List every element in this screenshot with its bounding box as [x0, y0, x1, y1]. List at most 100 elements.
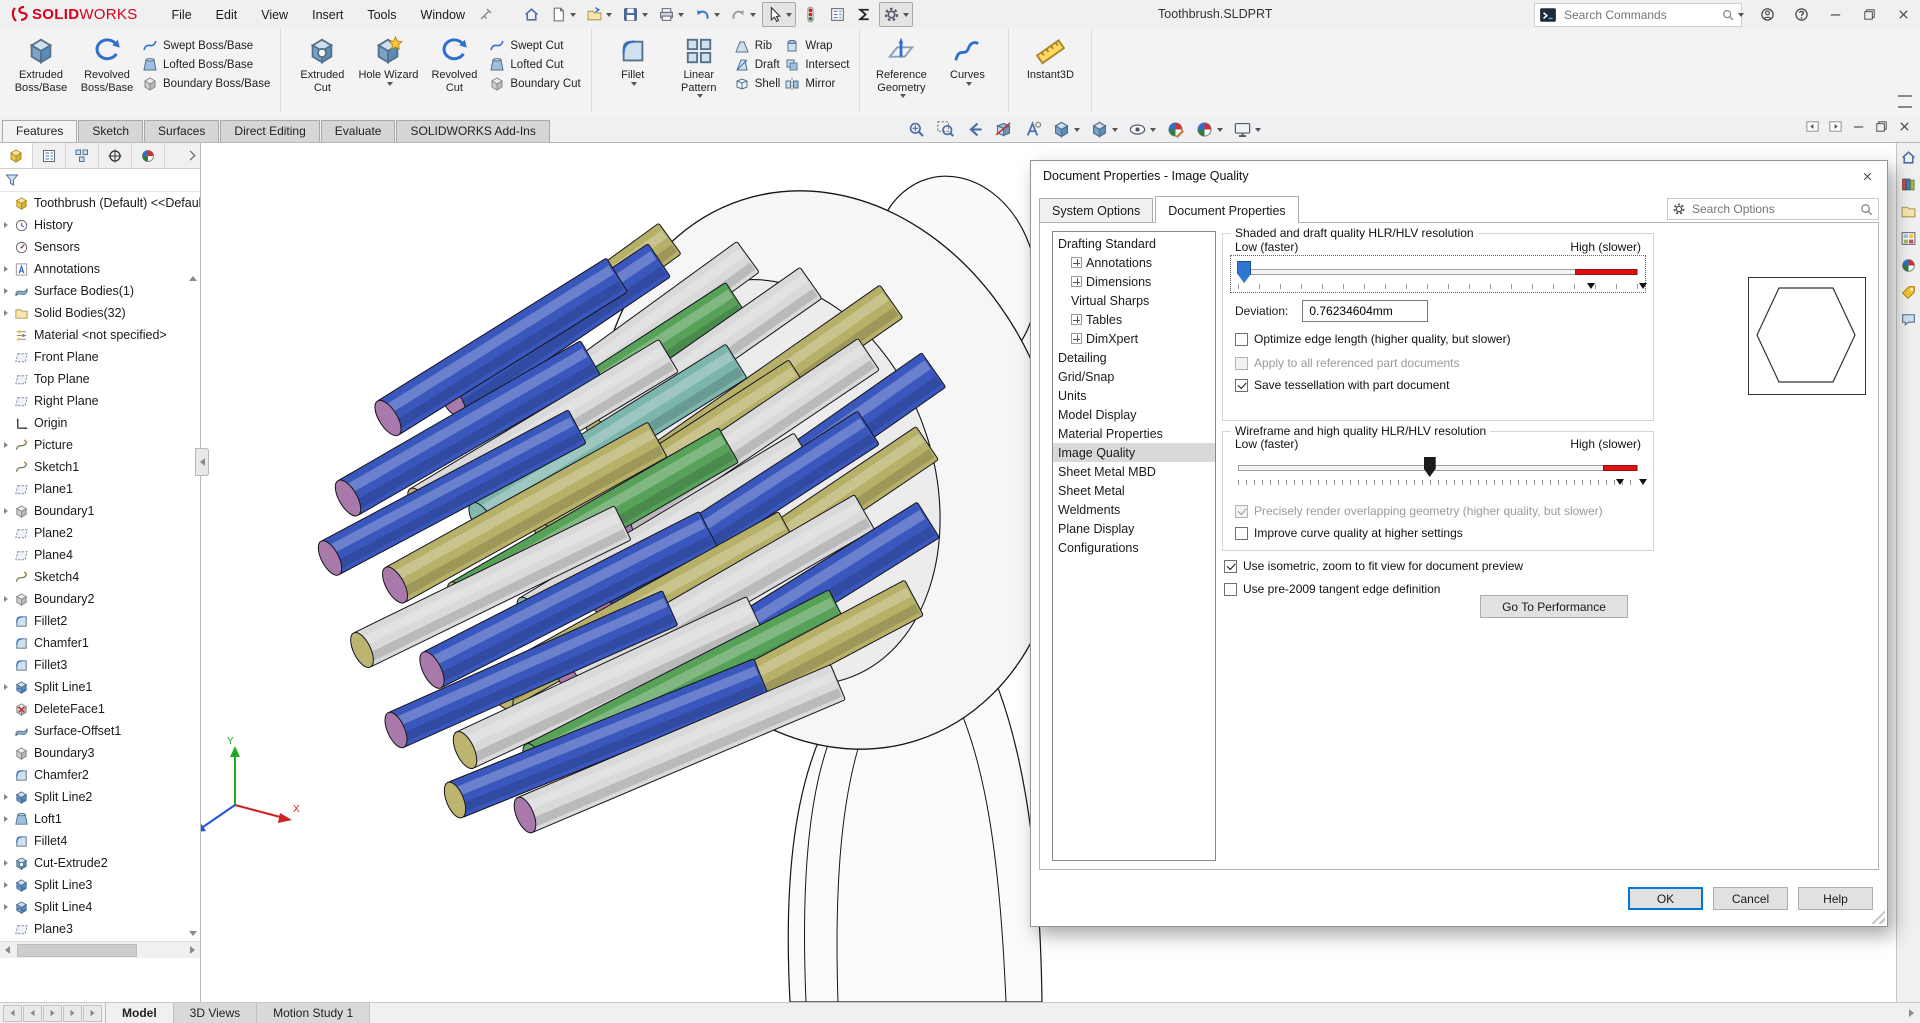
wireframe-slider-thumb[interactable] [1424, 457, 1436, 477]
tab-3d-views[interactable]: 3D Views [174, 1003, 257, 1023]
ribbon-extruded-cut[interactable]: Extruded Cut [291, 34, 353, 94]
panel-tab-display-manager[interactable] [132, 143, 165, 168]
section-view-button[interactable] [992, 119, 1015, 140]
dialog-tree-item-sheet-metal[interactable]: Sheet Metal [1053, 481, 1215, 500]
new-file-button[interactable] [546, 2, 580, 27]
dialog-tree-item-configurations[interactable]: Configurations [1053, 538, 1215, 557]
ribbon-linear-pattern[interactable]: Linear Pattern [668, 34, 730, 98]
tab-model[interactable]: Model [105, 1003, 174, 1023]
ribbon-reference-geometry-dropdown-icon[interactable] [900, 94, 906, 98]
select-dropdown-icon[interactable] [786, 13, 792, 17]
shaded-slider-thumb[interactable] [1237, 261, 1251, 283]
improve-curve-quality-checkbox[interactable] [1235, 527, 1248, 540]
ribbon-curves[interactable]: Curves [936, 34, 998, 86]
search-commands-input[interactable] [1562, 7, 1721, 23]
tree-item-annotations[interactable]: Annotations [0, 258, 200, 280]
panel-tab-dimxpert-manager[interactable] [99, 143, 132, 168]
tree-item-loft1[interactable]: Loft1 [0, 808, 200, 830]
ribbon-rib[interactable]: Rib [734, 38, 781, 54]
ribbon-wrap[interactable]: Wrap [784, 38, 849, 54]
tree-item-root[interactable]: Toothbrush (Default) <<Default>_Disp [0, 192, 200, 214]
ribbon-swept-boss-base[interactable]: Swept Boss/Base [142, 38, 270, 54]
forum-button[interactable] [1900, 311, 1917, 329]
menu-file[interactable]: File [162, 4, 202, 26]
tree-item-split-line3[interactable]: Split Line3 [0, 874, 200, 896]
dialog-tree-item-image-quality[interactable]: Image Quality [1053, 443, 1215, 462]
pre-2009-tangent-checkbox[interactable] [1224, 583, 1237, 596]
wireframe-slider-track[interactable] [1238, 465, 1638, 471]
expand-icon[interactable] [4, 816, 8, 822]
zoom-fit-button[interactable] [905, 119, 928, 140]
ribbon-intersect[interactable]: Intersect [784, 57, 849, 73]
expand-plus-icon[interactable] [1071, 314, 1082, 325]
save-dropdown-icon[interactable] [642, 13, 648, 17]
close-button[interactable] [1886, 0, 1920, 29]
search-dropdown-icon[interactable] [1738, 13, 1744, 17]
nav-last-button[interactable] [63, 1005, 82, 1022]
nav-prev-button[interactable] [23, 1005, 42, 1022]
annotations-visibility-button[interactable] [1021, 119, 1044, 140]
view-palette-button[interactable] [1900, 230, 1917, 248]
tree-horizontal-scrollbar[interactable] [0, 941, 200, 958]
options-button[interactable] [879, 2, 913, 27]
panel-tab-property-manager[interactable] [33, 143, 66, 168]
expand-icon[interactable] [4, 882, 8, 888]
tree-item-top-plane[interactable]: Top Plane [0, 368, 200, 390]
pin-icon[interactable] [477, 7, 493, 23]
hscroll-left-icon[interactable] [0, 943, 15, 958]
save-button[interactable] [618, 2, 652, 27]
previous-window-icon[interactable] [1805, 119, 1820, 134]
redo-button[interactable] [726, 2, 760, 27]
tab-sketch[interactable]: Sketch [78, 120, 143, 142]
doc-minimize-icon[interactable] [1851, 119, 1866, 134]
dialog-tree-item-tables[interactable]: Tables [1053, 310, 1215, 329]
previous-view-button[interactable] [963, 119, 986, 140]
apply-scene-dropdown-icon[interactable] [1217, 128, 1223, 132]
help-button[interactable] [1784, 0, 1818, 29]
tree-item-fillet2[interactable]: Fillet2 [0, 610, 200, 632]
custom-properties-button[interactable] [1900, 284, 1917, 302]
ribbon-reference-geometry[interactable]: Reference Geometry [870, 34, 932, 98]
edit-appearance-button[interactable] [1164, 119, 1187, 140]
hide-show-items-button[interactable] [1126, 119, 1158, 140]
ribbon-collapse-icon[interactable] [1898, 95, 1912, 108]
menu-insert[interactable]: Insert [302, 4, 353, 26]
ribbon-hole-wizard[interactable]: Hole Wizard [357, 34, 419, 86]
dialog-tree-item-dimensions[interactable]: Dimensions [1053, 272, 1215, 291]
ribbon-draft[interactable]: Draft [734, 57, 781, 73]
apply-scene-button[interactable] [1193, 119, 1225, 140]
ribbon-boundary-boss-base[interactable]: Boundary Boss/Base [142, 76, 270, 92]
tree-item-plane1[interactable]: Plane1 [0, 478, 200, 500]
command-search-box[interactable] [1534, 3, 1742, 27]
tree-item-plane2[interactable]: Plane2 [0, 522, 200, 544]
dialog-tree-item-material-properties[interactable]: Material Properties [1053, 424, 1215, 443]
display-style-dropdown-icon[interactable] [1112, 128, 1118, 132]
undo-button[interactable] [690, 2, 724, 27]
expand-icon[interactable] [4, 288, 8, 294]
ok-button[interactable]: OK [1628, 887, 1703, 910]
home-button[interactable] [519, 2, 544, 27]
tree-item-cut-extrude2[interactable]: Cut-Extrude2 [0, 852, 200, 874]
help-button[interactable]: Help [1798, 887, 1873, 910]
options-search-icon[interactable] [1859, 202, 1874, 217]
hide-show-items-dropdown-icon[interactable] [1150, 128, 1156, 132]
tree-scroll-up-icon[interactable] [189, 276, 197, 281]
view-orientation-dropdown-icon[interactable] [1074, 128, 1080, 132]
expand-plus-icon[interactable] [1071, 276, 1082, 287]
doc-close-icon[interactable] [1897, 119, 1912, 134]
zoom-area-button[interactable] [934, 119, 957, 140]
tree-item-sensors[interactable]: Sensors [0, 236, 200, 258]
tree-item-boundary1[interactable]: Boundary1 [0, 500, 200, 522]
expand-icon[interactable] [4, 860, 8, 866]
ribbon-revolved-cut[interactable]: Revolved Cut [423, 34, 485, 94]
dialog-tree-item-drafting-standard[interactable]: Drafting Standard [1053, 234, 1215, 253]
options-dropdown-icon[interactable] [903, 13, 909, 17]
dialog-tree-item-virtual-sharps[interactable]: Virtual Sharps [1053, 291, 1215, 310]
tab-motion-study-1[interactable]: Motion Study 1 [257, 1003, 370, 1023]
ribbon-mirror[interactable]: Mirror [784, 76, 849, 92]
file-properties-button[interactable] [825, 2, 850, 27]
search-options-input[interactable] [1690, 201, 1859, 217]
expand-icon[interactable] [4, 442, 8, 448]
print-dropdown-icon[interactable] [678, 13, 684, 17]
tree-item-sketch1[interactable]: Sketch1 [0, 456, 200, 478]
